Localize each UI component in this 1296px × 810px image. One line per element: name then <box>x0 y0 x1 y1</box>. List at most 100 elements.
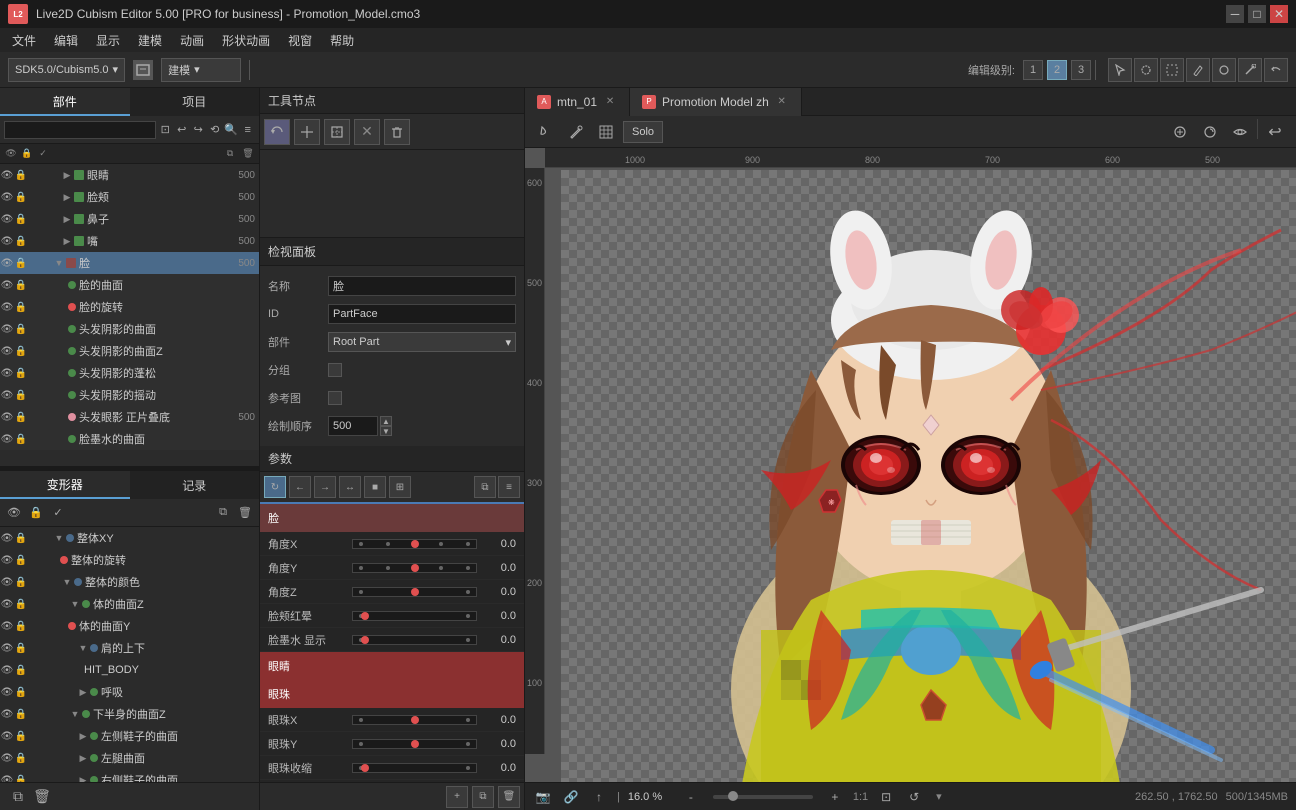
eye-icon[interactable]: 👁 <box>0 300 14 314</box>
lock-icon[interactable]: 🔒 <box>14 344 28 358</box>
lock-icon[interactable]: 🔒 <box>14 256 28 270</box>
lock-icon[interactable]: 🔒 <box>14 168 28 182</box>
menu-file[interactable]: 文件 <box>4 30 44 51</box>
lock-icon[interactable]: 🔒 <box>14 751 28 765</box>
eye-icon[interactable]: 👁 <box>0 366 14 380</box>
level-1-btn[interactable]: 1 <box>1023 60 1043 80</box>
menu-model[interactable]: 建模 <box>130 30 170 51</box>
tab-parts[interactable]: 部件 <box>0 88 130 116</box>
tool-node-btn-cross[interactable]: ✕ <box>354 119 380 145</box>
part-row-hair-fluffy[interactable]: 👁 🔒 头发阴影的蓬松 <box>0 362 259 384</box>
eye-icon[interactable]: 👁 <box>0 663 14 677</box>
expander[interactable]: ▶ <box>76 751 90 765</box>
canvas-camera-icon[interactable]: 📷 <box>533 787 553 807</box>
menu-shape-animation[interactable]: 形状动画 <box>214 30 278 51</box>
deformer-tool-2[interactable]: 🔒 <box>26 503 46 523</box>
param-slider-cheek[interactable] <box>352 611 477 621</box>
part-row-face-surface[interactable]: 👁 🔒 脸的曲面 <box>0 274 259 296</box>
reset-view-btn[interactable]: ↺ <box>904 787 924 807</box>
level-2-btn[interactable]: 2 <box>1047 60 1067 80</box>
tool-node-btn-2[interactable] <box>294 119 320 145</box>
parts-tool-3[interactable]: ↪ <box>191 120 206 140</box>
deformer-delete-btn[interactable]: 🗑 <box>235 503 255 523</box>
deformer-row-left-shoe[interactable]: 👁 🔒 ▶ 左侧鞋子的曲面 <box>0 725 259 747</box>
eye-icon[interactable]: 👁 <box>0 278 14 292</box>
deformer-row-rotation[interactable]: 👁 🔒 整体的旋转 <box>0 549 259 571</box>
expander[interactable]: ▶ <box>76 773 90 782</box>
param-tool-prev[interactable]: ← <box>289 476 311 498</box>
lock-icon[interactable]: 🔒 <box>14 388 28 402</box>
draw-order-up[interactable]: ▲ <box>380 416 392 426</box>
part-row-mouth[interactable]: 👁 🔒 ▶ 嘴 500 <box>0 230 259 252</box>
eye-icon[interactable]: 👁 <box>0 597 14 611</box>
lock-icon[interactable]: 🔒 <box>14 575 28 589</box>
lock-icon[interactable]: 🔒 <box>14 663 28 677</box>
lock-icon[interactable]: 🔒 <box>14 641 28 655</box>
canvas-tool-grid[interactable] <box>593 119 619 145</box>
deformer-row-xy[interactable]: 👁 🔒 ▼ 整体XY <box>0 527 259 549</box>
lock-icon[interactable]: 🔒 <box>14 410 28 424</box>
part-row-cheek[interactable]: 👁 🔒 ▶ 脸颊 500 <box>0 186 259 208</box>
eye-icon[interactable]: 👁 <box>0 707 14 721</box>
lock-icon[interactable]: 🔒 <box>14 300 28 314</box>
part-row-eye-shadow[interactable]: 👁 🔒 头发眼影 正片叠底 500 <box>0 406 259 428</box>
deformer-row-body-y[interactable]: 👁 🔒 体的曲面Y <box>0 615 259 637</box>
menu-window[interactable]: 视窗 <box>280 30 320 51</box>
tool-node-btn-3[interactable] <box>324 119 350 145</box>
param-group-eyeball[interactable]: 眼珠 <box>260 680 524 708</box>
eye-icon[interactable]: 👁 <box>0 553 14 567</box>
eraser-tool[interactable] <box>1212 58 1236 82</box>
parts-tool-2[interactable]: ↩ <box>175 120 190 140</box>
tab-project[interactable]: 项目 <box>130 88 260 116</box>
brush-tool[interactable] <box>1186 58 1210 82</box>
param-slider-eyeball-y[interactable] <box>352 739 477 749</box>
parts-tool-1[interactable]: ⊡ <box>158 120 173 140</box>
fit-view-btn[interactable]: ⊡ <box>876 787 896 807</box>
param-slider-angle-x[interactable] <box>352 539 477 549</box>
minimize-button[interactable]: ─ <box>1226 5 1244 23</box>
tab-close-mtn01[interactable]: ✕ <box>603 95 617 109</box>
lock-icon[interactable]: 🔒 <box>14 212 28 226</box>
expander[interactable]: ▶ <box>60 190 74 204</box>
pen-tool[interactable] <box>1238 58 1262 82</box>
param-slider-angle-y[interactable] <box>352 563 477 573</box>
eye-icon[interactable]: 👁 <box>0 388 14 402</box>
parts-list-menu[interactable]: ≡ <box>241 120 256 140</box>
params-delete-btn[interactable]: 🗑 <box>498 786 520 808</box>
part-row-face-ink[interactable]: 👁 🔒 脸墨水的曲面 <box>0 428 259 450</box>
lock-icon[interactable]: 🔒 <box>14 773 28 782</box>
param-slider-angle-z[interactable] <box>352 587 477 597</box>
tab-close-promotion[interactable]: ✕ <box>775 95 789 109</box>
eye-icon[interactable]: 👁 <box>0 619 14 633</box>
zoom-slider-thumb[interactable] <box>728 791 738 801</box>
deformer-delete-bottom-btn[interactable]: 🗑 <box>32 787 52 807</box>
expander[interactable]: ▶ <box>76 685 90 699</box>
canvas-tool-select[interactable] <box>533 119 559 145</box>
eye-icon[interactable]: 👁 <box>0 344 14 358</box>
eye-icon[interactable]: 👁 <box>0 256 14 270</box>
part-row-face[interactable]: 👁 🔒 ▼ 脸 500 <box>0 252 259 274</box>
param-tool-copy-all[interactable]: ⧉ <box>474 476 496 498</box>
param-slider-face-ink[interactable] <box>352 635 477 645</box>
lock-icon[interactable]: 🔒 <box>14 190 28 204</box>
canvas-export-icon[interactable]: ↑ <box>589 787 609 807</box>
deformer-row-hitbody[interactable]: 👁 🔒 HIT_BODY <box>0 659 259 681</box>
menu-view[interactable]: 显示 <box>88 30 128 51</box>
part-row-nose[interactable]: 👁 🔒 ▶ 鼻子 500 <box>0 208 259 230</box>
expander[interactable]: ▼ <box>68 597 82 611</box>
lasso-tool[interactable] <box>1134 58 1158 82</box>
eye-icon[interactable]: 👁 <box>0 575 14 589</box>
part-dropdown[interactable]: Root Part ▾ <box>328 332 516 352</box>
part-row-hair-shadow1[interactable]: 👁 🔒 头发阴影的曲面 <box>0 318 259 340</box>
lock-icon[interactable]: 🔒 <box>14 278 28 292</box>
deformer-row-right-shoe[interactable]: 👁 🔒 ▶ 右侧鞋子的曲面 <box>0 769 259 782</box>
eye-icon[interactable]: 👁 <box>0 322 14 336</box>
eye-icon[interactable]: 👁 <box>0 641 14 655</box>
expander[interactable]: ▶ <box>60 212 74 226</box>
zoom-in-btn[interactable]: + <box>825 787 845 807</box>
lock-icon[interactable]: 🔒 <box>14 597 28 611</box>
canvas-solo-button[interactable]: Solo <box>623 121 663 143</box>
id-input[interactable] <box>328 304 516 324</box>
expander[interactable]: ▼ <box>52 531 66 545</box>
zoom-slider[interactable] <box>713 795 813 799</box>
